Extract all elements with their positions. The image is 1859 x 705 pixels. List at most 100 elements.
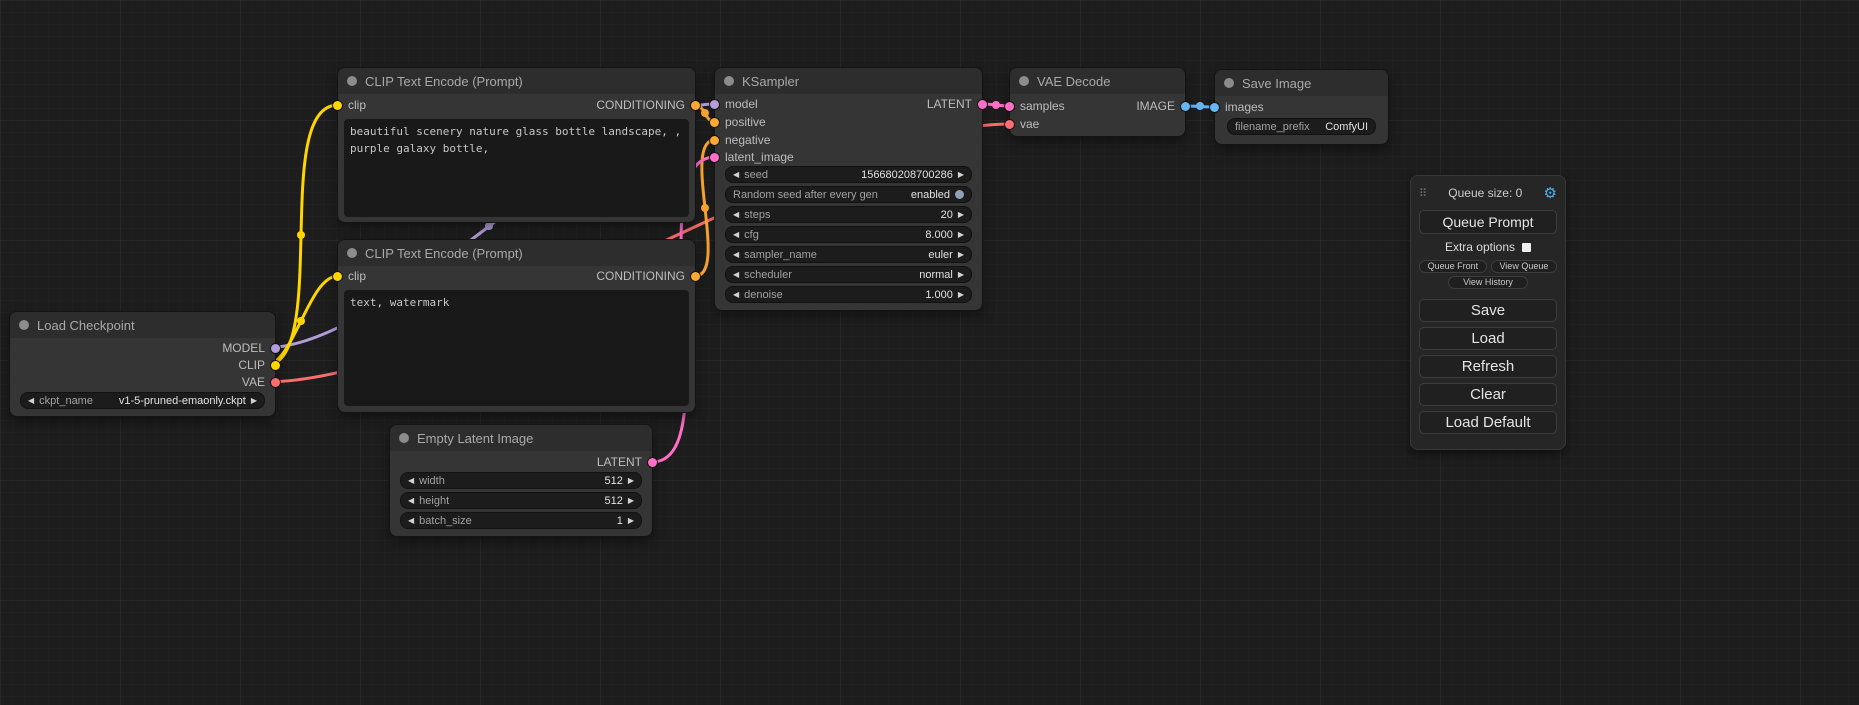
- conditioning-slot-dot[interactable]: [691, 101, 700, 110]
- collapse-dot-icon[interactable]: [347, 76, 357, 86]
- clip-text-encode-positive-node[interactable]: CLIP Text Encode (Prompt) clip CONDITION…: [338, 68, 695, 222]
- latent-slot-dot[interactable]: [710, 153, 719, 162]
- toggle-knob-icon[interactable]: [955, 190, 964, 199]
- decrement-arrow-icon[interactable]: ◀: [733, 167, 739, 182]
- input-slot-samples[interactable]: samples: [1005, 99, 1065, 113]
- increment-arrow-icon[interactable]: ▶: [958, 267, 964, 282]
- scheduler-widget[interactable]: ◀ scheduler normal ▶: [725, 266, 972, 283]
- settings-gear-icon[interactable]: ⚙: [1544, 184, 1557, 202]
- input-slot-latent-image[interactable]: latent_image: [710, 150, 794, 164]
- drag-handle-icon[interactable]: ⠿: [1419, 187, 1427, 200]
- model-slot-dot[interactable]: [271, 344, 280, 353]
- conditioning-slot-dot[interactable]: [710, 118, 719, 127]
- view-queue-button[interactable]: View Queue: [1491, 260, 1557, 273]
- decrement-arrow-icon[interactable]: ◀: [733, 247, 739, 262]
- sampler-name-widget[interactable]: ◀ sampler_name euler ▶: [725, 246, 972, 263]
- latent-slot-dot[interactable]: [648, 458, 657, 467]
- clear-button[interactable]: Clear: [1419, 383, 1557, 406]
- increment-arrow-icon[interactable]: ▶: [251, 393, 257, 408]
- clip-slot-dot[interactable]: [271, 361, 280, 370]
- output-slot-conditioning[interactable]: CONDITIONING: [596, 269, 700, 283]
- output-slot-latent[interactable]: LATENT: [927, 97, 987, 111]
- positive-prompt-textarea[interactable]: beautiful scenery nature glass bottle la…: [344, 119, 689, 217]
- empty-latent-image-node[interactable]: Empty Latent Image LATENT ◀ width 512 ▶ …: [390, 425, 652, 536]
- output-slot-model[interactable]: MODEL: [222, 341, 280, 355]
- negative-prompt-textarea[interactable]: text, watermark: [344, 290, 689, 406]
- height-widget[interactable]: ◀ height 512 ▶: [400, 492, 642, 509]
- node-title-bar[interactable]: CLIP Text Encode (Prompt): [338, 240, 695, 266]
- decrement-arrow-icon[interactable]: ◀: [408, 493, 414, 508]
- output-slot-vae[interactable]: VAE: [242, 375, 280, 389]
- refresh-button[interactable]: Refresh: [1419, 355, 1557, 378]
- increment-arrow-icon[interactable]: ▶: [628, 473, 634, 488]
- collapse-dot-icon[interactable]: [19, 320, 29, 330]
- node-title-bar[interactable]: CLIP Text Encode (Prompt): [338, 68, 695, 94]
- model-slot-dot[interactable]: [710, 100, 719, 109]
- load-default-button[interactable]: Load Default: [1419, 411, 1557, 434]
- input-slot-vae[interactable]: vae: [1005, 117, 1039, 131]
- node-title-bar[interactable]: KSampler: [715, 68, 982, 94]
- collapse-dot-icon[interactable]: [1224, 78, 1234, 88]
- output-slot-conditioning[interactable]: CONDITIONING: [596, 98, 700, 112]
- collapse-dot-icon[interactable]: [399, 433, 409, 443]
- decrement-arrow-icon[interactable]: ◀: [28, 393, 34, 408]
- collapse-dot-icon[interactable]: [724, 76, 734, 86]
- increment-arrow-icon[interactable]: ▶: [628, 493, 634, 508]
- output-slot-image[interactable]: IMAGE: [1136, 99, 1190, 113]
- input-slot-model[interactable]: model: [710, 97, 758, 111]
- input-slot-positive[interactable]: positive: [710, 115, 766, 129]
- ckpt-name-widget[interactable]: ◀ ckpt_name v1-5-pruned-emaonly.ckpt ▶: [20, 392, 265, 409]
- conditioning-slot-dot[interactable]: [691, 272, 700, 281]
- collapse-dot-icon[interactable]: [1019, 76, 1029, 86]
- node-title-bar[interactable]: Save Image: [1215, 70, 1388, 96]
- queue-prompt-button[interactable]: Queue Prompt: [1419, 210, 1557, 234]
- vae-slot-dot[interactable]: [271, 378, 280, 387]
- output-slot-clip[interactable]: CLIP: [238, 358, 280, 372]
- decrement-arrow-icon[interactable]: ◀: [733, 207, 739, 222]
- seed-widget[interactable]: ◀ seed 156680208700286 ▶: [725, 166, 972, 183]
- width-widget[interactable]: ◀ width 512 ▶: [400, 472, 642, 489]
- input-slot-clip[interactable]: clip: [333, 269, 366, 283]
- clip-text-encode-negative-node[interactable]: CLIP Text Encode (Prompt) clip CONDITION…: [338, 240, 695, 412]
- random-seed-toggle[interactable]: Random seed after every gen enabled: [725, 186, 972, 203]
- increment-arrow-icon[interactable]: ▶: [958, 287, 964, 302]
- node-title-bar[interactable]: Load Checkpoint: [10, 312, 275, 338]
- node-graph-canvas[interactable]: Load Checkpoint MODEL CLIP VAE ◀ ckpt_na…: [0, 0, 1859, 705]
- input-slot-clip[interactable]: clip: [333, 98, 366, 112]
- image-slot-dot[interactable]: [1210, 103, 1219, 112]
- save-button[interactable]: Save: [1419, 299, 1557, 322]
- decrement-arrow-icon[interactable]: ◀: [408, 473, 414, 488]
- view-history-button[interactable]: View History: [1448, 276, 1528, 289]
- increment-arrow-icon[interactable]: ▶: [958, 167, 964, 182]
- extra-options-checkbox[interactable]: [1522, 243, 1531, 252]
- load-button[interactable]: Load: [1419, 327, 1557, 350]
- load-checkpoint-node[interactable]: Load Checkpoint MODEL CLIP VAE ◀ ckpt_na…: [10, 312, 275, 416]
- increment-arrow-icon[interactable]: ▶: [958, 207, 964, 222]
- increment-arrow-icon[interactable]: ▶: [628, 513, 634, 528]
- node-title-bar[interactable]: Empty Latent Image: [390, 425, 652, 451]
- decrement-arrow-icon[interactable]: ◀: [733, 267, 739, 282]
- ksampler-node[interactable]: KSampler model positive negative latent_…: [715, 68, 982, 310]
- conditioning-slot-dot[interactable]: [710, 136, 719, 145]
- denoise-widget[interactable]: ◀ denoise 1.000 ▶: [725, 286, 972, 303]
- input-slot-negative[interactable]: negative: [710, 133, 770, 147]
- input-slot-images[interactable]: images: [1210, 100, 1264, 114]
- decrement-arrow-icon[interactable]: ◀: [733, 287, 739, 302]
- clip-slot-dot[interactable]: [333, 272, 342, 281]
- filename-prefix-widget[interactable]: filename_prefix ComfyUI: [1227, 118, 1376, 135]
- batch-size-widget[interactable]: ◀ batch_size 1 ▶: [400, 512, 642, 529]
- increment-arrow-icon[interactable]: ▶: [958, 247, 964, 262]
- vae-decode-node[interactable]: VAE Decode samples vae IMAGE: [1010, 68, 1185, 136]
- latent-slot-dot[interactable]: [978, 100, 987, 109]
- decrement-arrow-icon[interactable]: ◀: [408, 513, 414, 528]
- decrement-arrow-icon[interactable]: ◀: [733, 227, 739, 242]
- collapse-dot-icon[interactable]: [347, 248, 357, 258]
- queue-front-button[interactable]: Queue Front: [1419, 260, 1487, 273]
- image-slot-dot[interactable]: [1181, 102, 1190, 111]
- increment-arrow-icon[interactable]: ▶: [958, 227, 964, 242]
- output-slot-latent[interactable]: LATENT: [597, 455, 657, 469]
- latent-slot-dot[interactable]: [1005, 102, 1014, 111]
- save-image-node[interactable]: Save Image images filename_prefix ComfyU…: [1215, 70, 1388, 144]
- steps-widget[interactable]: ◀ steps 20 ▶: [725, 206, 972, 223]
- node-title-bar[interactable]: VAE Decode: [1010, 68, 1185, 94]
